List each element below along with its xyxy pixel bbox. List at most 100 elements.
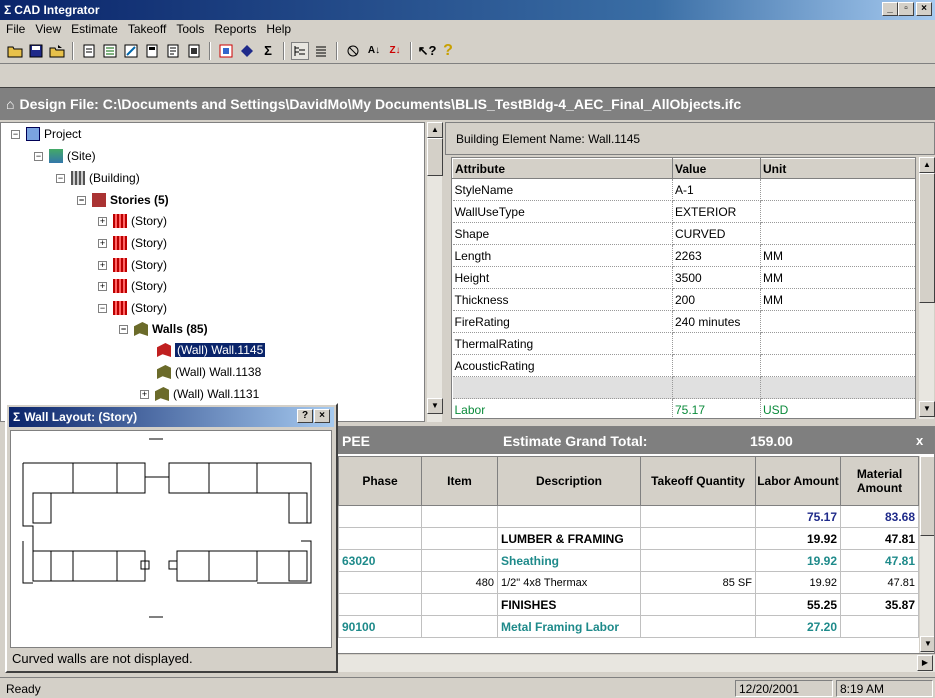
column-unit[interactable]: Unit <box>760 158 915 179</box>
menu-view[interactable]: View <box>31 22 67 36</box>
help-icon[interactable]: ? <box>439 42 457 60</box>
save-icon[interactable] <box>27 42 45 60</box>
tree-scrollbar[interactable]: ▲ ▼ <box>426 122 443 422</box>
list-icon[interactable] <box>312 42 330 60</box>
collapse-icon[interactable]: − <box>77 195 86 205</box>
scroll-thumb[interactable] <box>919 173 935 303</box>
print-icon[interactable] <box>185 42 203 60</box>
estimate-icon[interactable] <box>217 42 235 60</box>
collapse-icon[interactable]: − <box>98 303 107 313</box>
tree-icon[interactable] <box>291 41 309 60</box>
sum-icon[interactable]: Σ <box>259 42 277 60</box>
document-icon[interactable] <box>143 42 161 60</box>
table-row[interactable]: StyleName A-1 <box>452 178 915 201</box>
tree-item-building[interactable]: − (Building) <box>56 171 140 185</box>
tree-item-walls[interactable]: − Walls (85) <box>119 322 208 336</box>
tree-item-wall-1138[interactable]: (Wall) Wall.1138 <box>157 365 261 379</box>
table-row[interactable]: 63020 Sheathing 19.92 47.81 <box>338 549 919 572</box>
tree-item-project[interactable]: − Project <box>11 127 81 141</box>
tree-item-story[interactable]: − (Story) <box>98 301 167 315</box>
project-tree[interactable]: − Project − (Site) − (Building) − Storie… <box>0 122 425 422</box>
table-row-labor[interactable]: Labor 75.17 USD <box>452 398 915 418</box>
column-description[interactable]: Description <box>497 456 641 506</box>
scroll-up-button[interactable]: ▲ <box>919 157 935 173</box>
column-value[interactable]: Value <box>672 158 761 179</box>
table-row[interactable]: FireRating 240 minutes <box>452 310 915 333</box>
scroll-down-button[interactable]: ▼ <box>919 401 935 417</box>
column-phase[interactable]: Phase <box>338 456 422 506</box>
tree-item-wall-1131[interactable]: + (Wall) Wall.1131 <box>140 387 259 401</box>
new-takeoff-icon[interactable] <box>80 42 98 60</box>
sort-descending-icon[interactable]: Z↓ <box>386 42 404 60</box>
tree-item-story[interactable]: + (Story) <box>98 279 167 293</box>
estimate-panel: PEE Estimate Grand Total: 159.00 x Phase… <box>337 426 935 654</box>
estimate-scrollbar[interactable]: ▼ <box>919 456 934 653</box>
expand-icon[interactable]: + <box>98 216 107 226</box>
attribute-scrollbar[interactable]: ▲ ▼ <box>918 157 935 419</box>
menu-estimate[interactable]: Estimate <box>67 22 124 36</box>
tree-item-story[interactable]: + (Story) <box>98 258 167 272</box>
open-icon[interactable] <box>48 42 66 60</box>
table-row[interactable]: Length 2263 MM <box>452 244 915 267</box>
minimize-button[interactable]: _ <box>882 2 898 16</box>
menu-tools[interactable]: Tools <box>172 22 210 36</box>
table-row[interactable]: Height 3500 MM <box>452 266 915 289</box>
tree-item-wall-1145[interactable]: (Wall) Wall.1145 <box>157 343 266 357</box>
column-attribute[interactable]: Attribute <box>452 158 673 179</box>
column-takeoff-quantity[interactable]: Takeoff Quantity <box>640 456 756 506</box>
collapse-icon[interactable]: − <box>119 324 128 334</box>
tree-item-stories[interactable]: − Stories (5) <box>77 193 169 207</box>
close-button[interactable]: × <box>916 2 932 16</box>
help-button[interactable]: ? <box>297 409 313 423</box>
menu-help[interactable]: Help <box>262 22 297 36</box>
collapse-icon[interactable]: − <box>34 151 43 161</box>
table-row[interactable]: 480 1/2" 4x8 Thermax 85 SF 19.92 47.81 <box>338 571 919 594</box>
wall-layout-title-bar[interactable]: Σ Wall Layout: (Story) ? × <box>9 407 334 427</box>
table-row[interactable]: Thickness 200 MM <box>452 288 915 311</box>
close-wall-layout-button[interactable]: × <box>314 409 330 423</box>
expand-icon[interactable]: + <box>98 238 107 248</box>
table-row[interactable]: ThermalRating <box>452 332 915 355</box>
diamond-icon[interactable] <box>238 42 256 60</box>
scroll-down-button[interactable]: ▼ <box>427 398 443 414</box>
menu-reports[interactable]: Reports <box>210 22 262 36</box>
settings-icon[interactable] <box>344 42 362 60</box>
design-file-path: Design File: C:\Documents and Settings\D… <box>19 96 742 112</box>
expand-icon[interactable]: + <box>140 389 149 399</box>
menu-file[interactable]: File <box>2 22 31 36</box>
toolbar-separator <box>209 41 211 60</box>
maximize-button[interactable]: ▫ <box>898 2 914 16</box>
open-folder-icon[interactable] <box>6 42 24 60</box>
report-icon[interactable] <box>164 42 182 60</box>
takeoff-icon[interactable] <box>101 42 119 60</box>
scroll-right-button[interactable]: ▶ <box>917 655 933 671</box>
scroll-down-button[interactable]: ▼ <box>920 636 934 652</box>
import-icon[interactable] <box>122 42 140 60</box>
scroll-up-button[interactable]: ▲ <box>427 122 443 138</box>
table-row[interactable]: 75.17 83.68 <box>338 505 919 528</box>
close-estimate-button[interactable]: x <box>916 433 923 448</box>
table-row[interactable]: LUMBER & FRAMING 19.92 47.81 <box>338 527 919 550</box>
column-item[interactable]: Item <box>421 456 498 506</box>
collapse-icon[interactable]: − <box>56 173 65 183</box>
tree-item-story[interactable]: + (Story) <box>98 214 167 228</box>
table-row[interactable]: 90100 Metal Framing Labor 27.20 <box>338 615 919 638</box>
table-row[interactable]: WallUseType EXTERIOR <box>452 200 915 223</box>
column-material-amount[interactable]: Material Amount <box>840 456 919 506</box>
column-labor-amount[interactable]: Labor Amount <box>755 456 841 506</box>
expand-icon[interactable]: + <box>98 260 107 270</box>
table-row[interactable]: Shape CURVED <box>452 222 915 245</box>
expand-icon[interactable]: + <box>98 281 107 291</box>
estimate-horizontal-scrollbar[interactable]: ▶ <box>337 654 935 672</box>
tree-item-story[interactable]: + (Story) <box>98 236 167 250</box>
table-row[interactable]: FINISHES 55.25 35.87 <box>338 593 919 616</box>
scroll-thumb[interactable] <box>427 138 443 176</box>
tree-item-site[interactable]: − (Site) <box>34 149 96 163</box>
wall-layout-window[interactable]: Σ Wall Layout: (Story) ? × Curved walls … <box>5 403 338 673</box>
table-row[interactable]: AcousticRating <box>452 354 915 377</box>
menu-takeoff[interactable]: Takeoff <box>124 22 172 36</box>
help-cursor-icon[interactable]: ↖? <box>418 42 437 60</box>
sort-ascending-icon[interactable]: A↓ <box>365 42 383 60</box>
scroll-thumb[interactable] <box>920 456 934 536</box>
collapse-icon[interactable]: − <box>11 129 20 139</box>
